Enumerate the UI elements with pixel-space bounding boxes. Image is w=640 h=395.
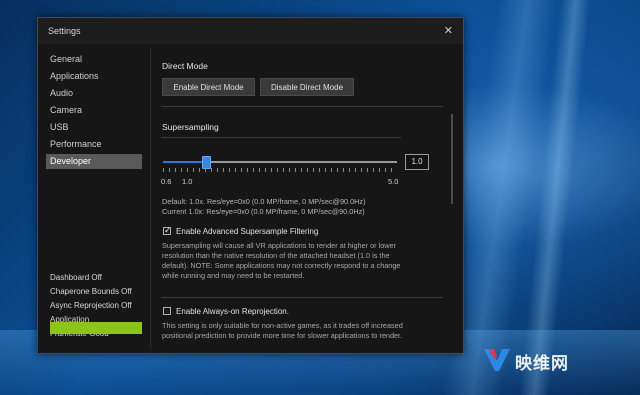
sidebar-item-performance[interactable]: Performance — [46, 137, 142, 152]
developer-panel: Direct Mode Enable Direct Mode Disable D… — [151, 44, 463, 353]
sidebar: General Applications Audio Camera USB Pe… — [38, 44, 148, 353]
close-icon[interactable]: ✕ — [444, 24, 453, 37]
supersampling-heading: Supersampling — [162, 122, 219, 132]
supersampling-description-line: Supersampling will cause all VR applicat… — [162, 241, 397, 250]
framerate-indicator-bar — [50, 322, 142, 334]
slider-fill — [163, 161, 206, 163]
sidebar-item-applications[interactable]: Applications — [46, 69, 142, 84]
sidebar-item-usb[interactable]: USB — [46, 120, 142, 135]
supersampling-description-line: default). NOTE: Some applications may no… — [162, 261, 401, 270]
sidebar-item-camera[interactable]: Camera — [46, 103, 142, 118]
status-chaperone: Chaperone Bounds Off — [50, 287, 132, 296]
slider-min-label: 0.6 — [161, 177, 172, 186]
supersampling-value-field[interactable]: 1.0 — [405, 154, 429, 170]
advanced-filtering-checkbox[interactable]: ✓ — [163, 225, 172, 235]
always-on-reprojection-label: Enable Always-on Reprojection. — [176, 307, 289, 316]
status-async-reprojection: Async Reprojection Off — [50, 301, 132, 310]
supersampling-description-line: resolution than the native resolution of… — [162, 251, 390, 260]
section-divider — [161, 106, 443, 107]
content-scrollbar[interactable] — [451, 114, 453, 204]
sidebar-item-developer[interactable]: Developer — [46, 154, 142, 169]
supersampling-slider[interactable] — [163, 156, 397, 169]
advanced-filtering-label: Enable Advanced Supersample Filtering — [176, 227, 319, 236]
slider-ticks — [163, 168, 397, 172]
checkmark-icon: ✓ — [164, 225, 172, 235]
title-bar: Settings ✕ — [38, 18, 463, 44]
section-divider — [161, 137, 401, 138]
sidebar-item-general[interactable]: General — [46, 52, 142, 67]
reprojection-description-line: positional prediction to provide more ti… — [162, 331, 403, 340]
window-title: Settings — [48, 26, 81, 36]
direct-mode-heading: Direct Mode — [162, 61, 208, 71]
reprojection-description-line: This setting is only suitable for non-ac… — [162, 321, 403, 330]
watermark-text: 映维网 — [515, 354, 569, 373]
default-resolution-text: Default: 1.0x. Res/eye=0x0 (0.0 MP/frame… — [162, 197, 366, 206]
sidebar-item-audio[interactable]: Audio — [46, 86, 142, 101]
status-dashboard: Dashboard Off — [50, 273, 102, 282]
slider-mid-label: 1.0 — [182, 177, 193, 186]
settings-window: Settings ✕ General Applications Audio Ca… — [37, 17, 464, 354]
supersampling-description-line: while running and may need to be restart… — [162, 271, 305, 280]
current-resolution-text: Current 1.0x: Res/eye=0x0 (0.0 MP/frame,… — [162, 207, 365, 216]
disable-direct-mode-button[interactable]: Disable Direct Mode — [260, 78, 354, 96]
section-divider — [161, 297, 443, 298]
always-on-reprojection-checkbox[interactable] — [163, 307, 171, 315]
slider-max-label: 5.0 — [388, 177, 399, 186]
watermark-logo-icon — [484, 349, 510, 371]
enable-direct-mode-button[interactable]: Enable Direct Mode — [162, 78, 255, 96]
